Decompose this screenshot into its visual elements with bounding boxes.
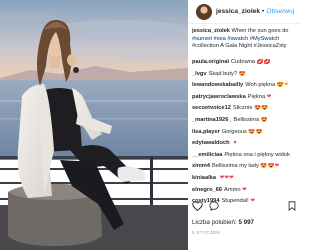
comment-username[interactable]: ximm4 (192, 163, 210, 169)
post-actions (192, 197, 296, 215)
comment-emoji: 😍 (238, 70, 246, 77)
comment-emoji: 😍😍❤ (260, 163, 280, 170)
likes-label: Liczba polubień: (192, 219, 237, 226)
comment-username[interactable]: paula.original (192, 59, 229, 65)
likes-count[interactable]: Liczba polubień: 5 997 (192, 219, 254, 226)
comment-row: _martina1926_ Bellissima 😍 (192, 117, 300, 129)
comment-row: edytawaldoch ♥ (192, 140, 300, 152)
comment-icon[interactable] (209, 201, 219, 211)
comment-text: Piękna ona i piękny widok (224, 151, 290, 158)
comment-emoji: ❤❤❤ (219, 174, 234, 181)
caption-line-2[interactable]: #sunset #sea #swatch #MySwatch (192, 36, 300, 44)
comment-row: lisa.player Gorgeous 😍😍 (192, 129, 300, 141)
comment-emoji: ♥ (233, 140, 237, 147)
comment-row: __emiliciaa Piękna ona i piękny widok (192, 152, 300, 164)
post-header: jessica_ziolek • Obserwuj (188, 0, 300, 24)
comment-text: Cudowna (230, 59, 256, 65)
comment-emoji: ❤ (266, 93, 272, 100)
comment-username[interactable]: elnegro_66 (192, 187, 222, 193)
post-photo[interactable] (0, 0, 188, 250)
comment-row: lewandowskabailly Woh piękna 😍❤ (192, 82, 300, 94)
comment-username[interactable]: secoetvoice12 (192, 105, 231, 111)
comment-username[interactable]: lewandowskabailly (192, 82, 243, 88)
comment-text: Woh piękna (245, 82, 276, 89)
comment-emoji: 😍 (260, 116, 268, 123)
comment-row: _lvgv Skąd buty? 😍 (192, 71, 300, 83)
comment-text: Ammo (224, 186, 241, 193)
comment-row: patrycjawroclawska Piękna ❤ (192, 94, 300, 106)
comment-row: ximm4 Bellissima my lady 😍😍❤ (192, 163, 300, 175)
comment-emoji: 😍❤ (276, 82, 289, 89)
follow-button[interactable]: Obserwuj (266, 8, 294, 15)
likes-number: 5 997 (238, 219, 254, 226)
comment-row: secoetvoice12 Ślicznie 😍😍 (192, 105, 300, 117)
comment-text: Gorgeous (221, 128, 247, 135)
comment-emoji: ❤ (242, 186, 247, 193)
header-username[interactable]: jessica_ziolek (216, 8, 260, 15)
heart-icon[interactable] (192, 201, 203, 211)
comment-text: Bellissima (233, 116, 260, 123)
caption-username[interactable]: jessica_ziolek (192, 28, 230, 34)
comment-username[interactable]: _lvgv (192, 71, 207, 77)
comment-username[interactable]: _martina1926_ (192, 117, 232, 123)
comment-username[interactable]: lisa.player (192, 129, 220, 135)
bookmark-icon[interactable] (288, 201, 296, 211)
comment-text: Piękna (247, 93, 266, 100)
comment-emoji: 😍😍 (254, 105, 269, 112)
post-caption: jessica_ziolek When the sun goes do #sun… (192, 28, 300, 59)
comment-text: Ślicznie (232, 105, 253, 112)
comment-row: kiniaalka ❤❤❤ (192, 175, 300, 187)
comment-username[interactable]: edytawaldoch (192, 140, 230, 146)
comment-username[interactable]: kiniaalka (192, 175, 216, 181)
header-separator: • (262, 8, 265, 15)
post-photo-image (0, 0, 188, 250)
avatar[interactable] (196, 3, 212, 20)
post-date: 5 STYCZEŃ (192, 230, 220, 235)
comment-username[interactable]: __emiliciaa (192, 152, 222, 158)
comment-emoji: 😍😍 (248, 128, 263, 135)
comment-username[interactable]: patrycjawroclawska (192, 94, 246, 100)
comment-text: Bellissima my lady (212, 163, 259, 170)
caption-line-1: When the sun goes do (231, 28, 289, 34)
comment-text: Skąd buty? (208, 70, 238, 77)
comments-list: jessica_ziolek When the sun goes do #sun… (192, 28, 300, 210)
comment-row: paula.original Cudowna 💋💋 (192, 59, 300, 71)
comment-emoji: 💋💋 (256, 59, 271, 65)
caption-line-3: #collection A Gala Night #JessicaZsty (192, 43, 287, 50)
post-side-panel: jessica_ziolek • Obserwuj jessica_ziolek… (188, 0, 300, 250)
